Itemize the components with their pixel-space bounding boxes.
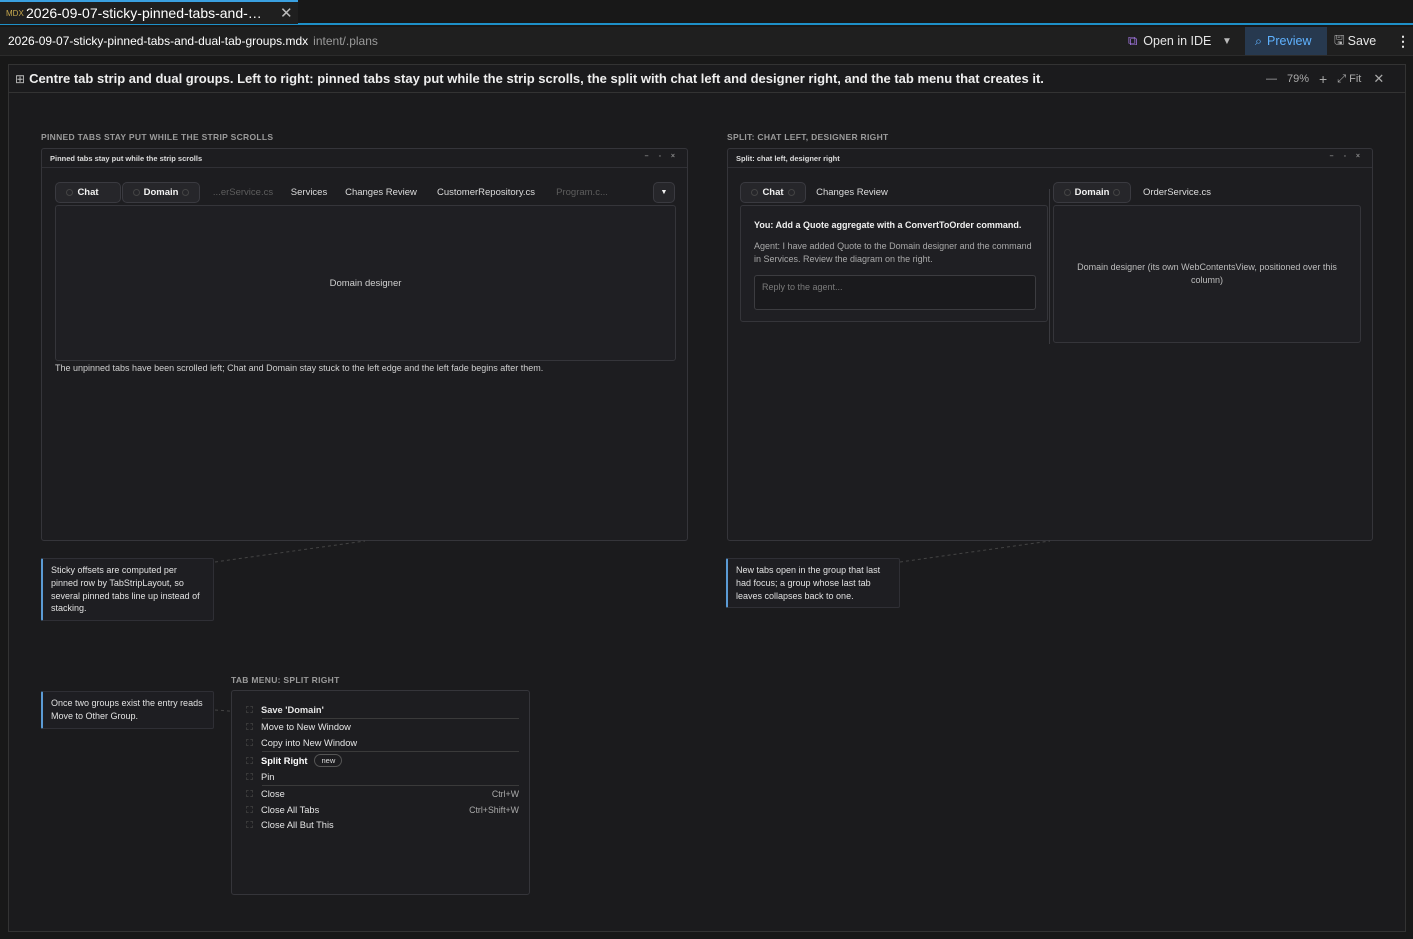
- menu-item-label: Copy into New Window: [261, 737, 358, 748]
- menu-item-shortcut: Ctrl+Shift+W: [469, 804, 519, 815]
- menu-item-label: Close All But This: [261, 819, 334, 830]
- check-icon: [246, 757, 253, 764]
- menu-item-label: Close All Tabs: [261, 804, 320, 815]
- menu-item-copy-new-window[interactable]: Copy into New Window: [246, 735, 519, 750]
- check-icon: [246, 790, 253, 797]
- check-icon: [246, 806, 253, 813]
- menu-item-shortcut: Ctrl+W: [491, 788, 519, 799]
- menu-item-save[interactable]: Save 'Domain': [246, 702, 519, 717]
- menu-item-close-all[interactable]: Close All Tabs Ctrl+Shift+W: [246, 802, 519, 817]
- menu-item-label: Pin: [261, 771, 275, 782]
- menu-item-split-right[interactable]: Split Right new: [246, 753, 519, 768]
- connector-lines: [214, 540, 1051, 713]
- note-move-group: Once two groups exist the entry reads Mo…: [41, 691, 214, 729]
- menu-item-label: Close: [261, 788, 285, 799]
- menu-item-close-all-but-this[interactable]: Close All But This: [246, 817, 519, 832]
- menu-separator: [262, 751, 519, 752]
- connector-line: [899, 540, 1051, 563]
- menu-item-label: Split Right: [261, 755, 308, 766]
- note-sticky-offsets: Sticky offsets are computed per pinned r…: [41, 558, 214, 621]
- tab-context-menu: Save 'Domain' Move to New Window Copy in…: [231, 690, 530, 895]
- menu-item-label: Save 'Domain': [261, 704, 324, 715]
- check-icon: [246, 739, 253, 746]
- check-icon: [246, 723, 253, 730]
- section-label: TAB MENU: SPLIT RIGHT: [231, 675, 340, 685]
- check-icon: [246, 706, 253, 713]
- menu-item-close[interactable]: Close Ctrl+W: [246, 786, 519, 801]
- new-badge: new: [314, 754, 343, 767]
- note-new-tabs: New tabs open in the group that last had…: [726, 558, 900, 608]
- check-icon: [246, 773, 253, 780]
- connector-line: [214, 540, 366, 563]
- menu-item-move-new-window[interactable]: Move to New Window: [246, 719, 519, 734]
- menu-item-label: Move to New Window: [261, 721, 351, 732]
- menu-item-pin[interactable]: Pin: [246, 769, 519, 784]
- check-icon: [246, 821, 253, 828]
